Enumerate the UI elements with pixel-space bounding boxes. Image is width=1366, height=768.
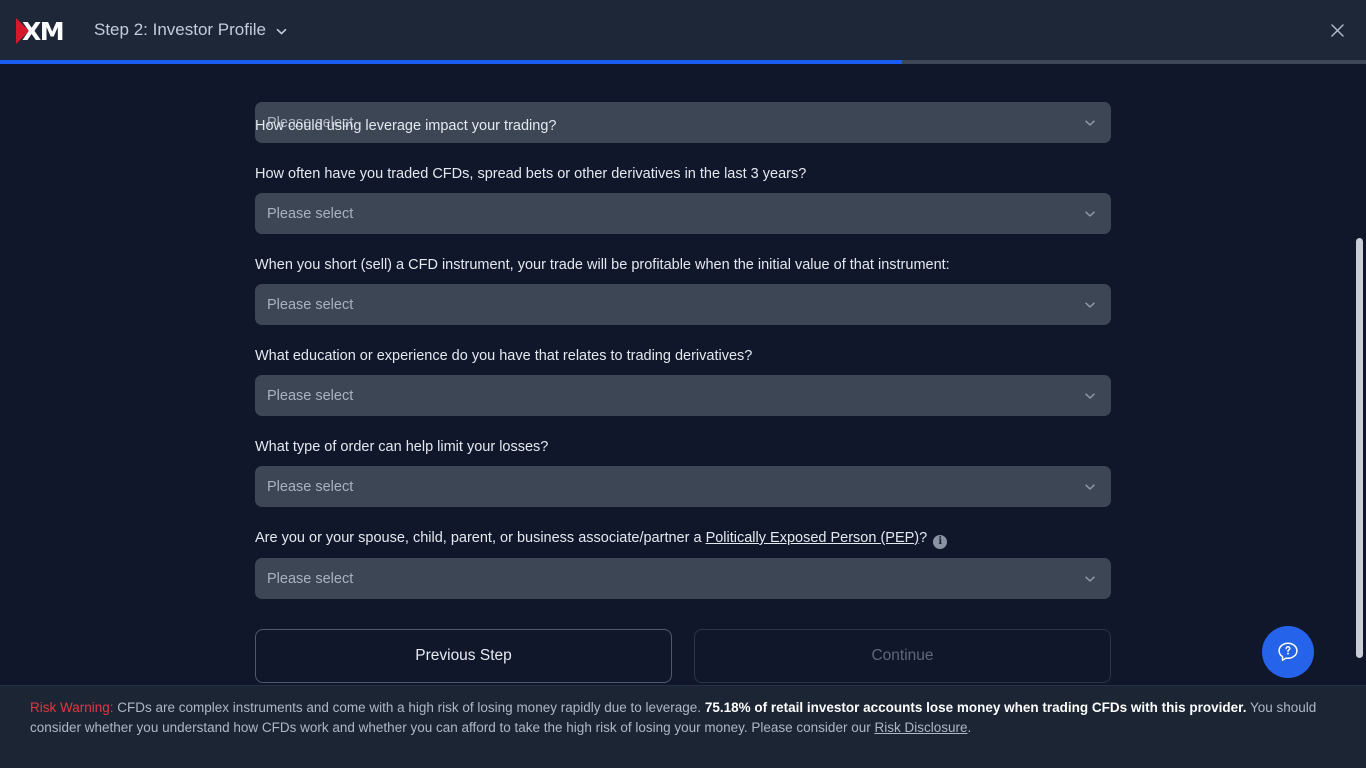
question-label-politically-exposed-person: Are you or your spouse, child, parent, o… <box>255 507 1111 558</box>
select-value: Please select <box>267 478 354 495</box>
continue-button[interactable]: Continue <box>694 629 1111 683</box>
select-value: Please select <box>267 205 354 222</box>
previous-step-button[interactable]: Previous Step <box>255 629 672 683</box>
select-value: Please select <box>267 570 354 587</box>
page-title: Step 2: Investor Profile <box>94 20 266 39</box>
question-label-education-experience: What education or experience do you have… <box>255 348 753 364</box>
select-order-type[interactable]: Please select <box>255 466 1111 507</box>
chevron-down-icon <box>1083 572 1097 586</box>
app-header: XM Step 2: Investor Profile <box>0 0 1366 60</box>
chevron-down-icon <box>1083 298 1097 312</box>
risk-warning-label: Risk Warning: <box>30 700 114 715</box>
select-trading-frequency[interactable]: Please select <box>255 193 1111 234</box>
field-education-experience: What education or experience do you have… <box>255 325 1111 416</box>
risk-warning-footer: Risk Warning: CFDs are complex instrumen… <box>0 685 1366 768</box>
chat-question-icon <box>1278 642 1298 661</box>
chevron-down-icon <box>1083 389 1097 403</box>
risk-warning-body-1: CFDs are complex instruments and come wi… <box>113 700 705 715</box>
chevron-down-icon <box>1083 116 1097 130</box>
pep-definition-link[interactable]: Politically Exposed Person (PEP) <box>706 530 920 546</box>
logo-text: XM <box>22 16 65 46</box>
select-education-experience[interactable]: Please select <box>255 375 1111 416</box>
chevron-down-icon <box>1083 207 1097 221</box>
vertical-scrollbar[interactable] <box>1353 60 1366 685</box>
select-politically-exposed-person[interactable]: Please select <box>255 558 1111 599</box>
risk-warning-statistic: 75.18% of retail investor accounts lose … <box>704 700 1247 715</box>
scrollbar-thumb[interactable] <box>1356 238 1363 658</box>
info-icon[interactable]: i <box>933 535 948 549</box>
risk-disclosure-link[interactable]: Risk Disclosure <box>874 720 967 735</box>
question-label-trading-frequency: How often have you traded CFDs, spread b… <box>255 166 807 182</box>
close-icon[interactable] <box>1320 13 1354 47</box>
field-short-sell-knowledge: When you short (sell) a CFD instrument, … <box>255 234 1111 325</box>
select-short-sell-knowledge[interactable]: Please select <box>255 284 1111 325</box>
chevron-down-icon <box>275 25 288 38</box>
pep-label-prefix: Are you or your spouse, child, parent, o… <box>255 530 706 546</box>
select-value: Please select <box>267 387 354 404</box>
risk-warning-body-3: . <box>967 720 972 735</box>
form-actions: Previous Step Continue <box>255 629 1111 683</box>
select-value: Please select <box>267 296 354 313</box>
chevron-down-icon <box>1083 480 1097 494</box>
question-label-order-type: What type of order can help limit your l… <box>255 439 549 455</box>
step-selector[interactable]: Step 2: Investor Profile <box>94 0 288 60</box>
question-label-short-sell-knowledge: When you short (sell) a CFD instrument, … <box>255 257 950 273</box>
help-chat-button[interactable] <box>1262 626 1314 678</box>
investor-profile-form: Please select How often have you traded … <box>255 60 1111 683</box>
risk-warning-text: Risk Warning: CFDs are complex instrumen… <box>30 698 1336 738</box>
field-order-type: What type of order can help limit your l… <box>255 416 1111 507</box>
xm-logo: XM <box>16 18 68 44</box>
pep-label-suffix: ? <box>919 530 928 546</box>
field-politically-exposed-person: Are you or your spouse, child, parent, o… <box>255 507 1111 599</box>
question-label-leverage-impact: How could using leverage impact your tra… <box>255 118 557 134</box>
form-scroll-area[interactable]: How could using leverage impact your tra… <box>0 60 1366 685</box>
field-trading-frequency: How often have you traded CFDs, spread b… <box>255 143 1111 234</box>
